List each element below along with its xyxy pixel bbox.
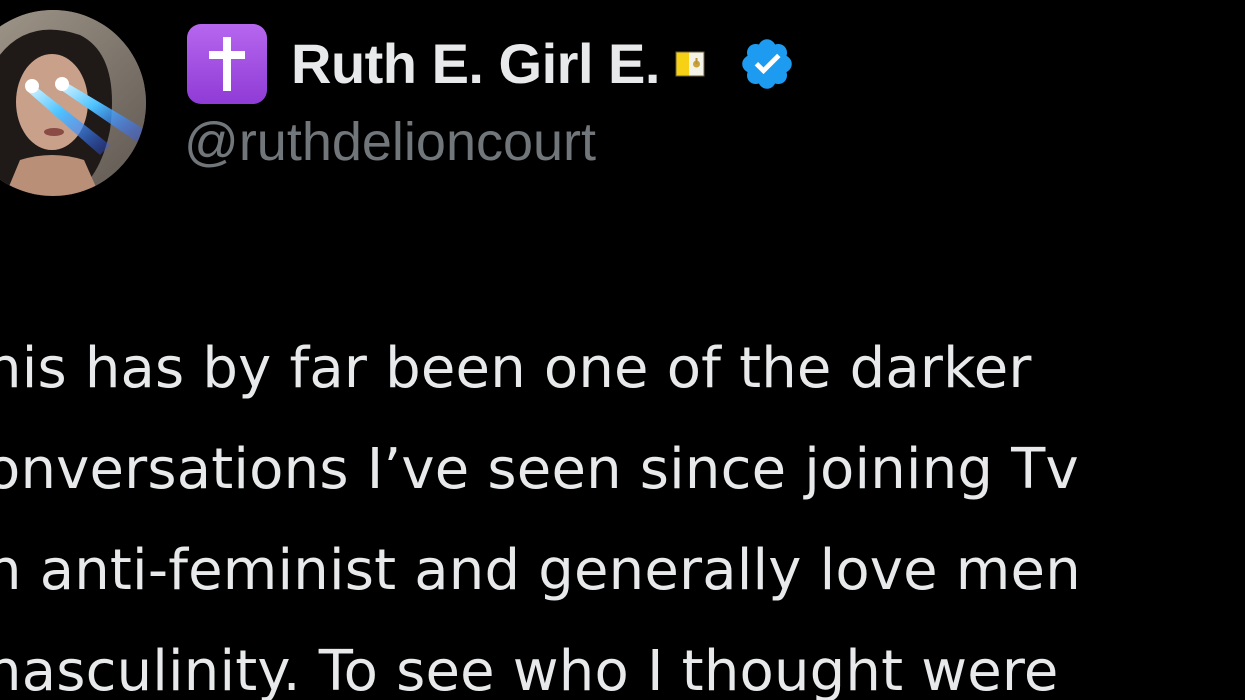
tweet-text-line: onversations I’ve seen since joining Tv	[0, 437, 1079, 502]
avatar[interactable]	[0, 10, 146, 196]
verified-badge-icon[interactable]	[738, 35, 796, 93]
name-row: Ruth E. Girl E.	[187, 24, 796, 104]
user-handle[interactable]: @ruthdelioncourt	[184, 110, 596, 174]
vatican-flag-icon	[675, 51, 705, 77]
tweet-text: his has by far been one of the darker on…	[0, 318, 1245, 700]
tweet-text-line: nasculinity. To see who I thought were	[0, 639, 1059, 700]
latin-cross-icon	[187, 24, 267, 104]
tweet-text-line: n anti-feminist and generally love men	[0, 538, 1081, 603]
display-name[interactable]: Ruth E. Girl E.	[291, 24, 660, 104]
tweet-text-line: his has by far been one of the darker	[0, 336, 1032, 401]
avatar-image	[0, 10, 146, 196]
tweet-screenshot: Ruth E. Girl E. @ruthdelioncourt his has…	[0, 0, 1245, 700]
